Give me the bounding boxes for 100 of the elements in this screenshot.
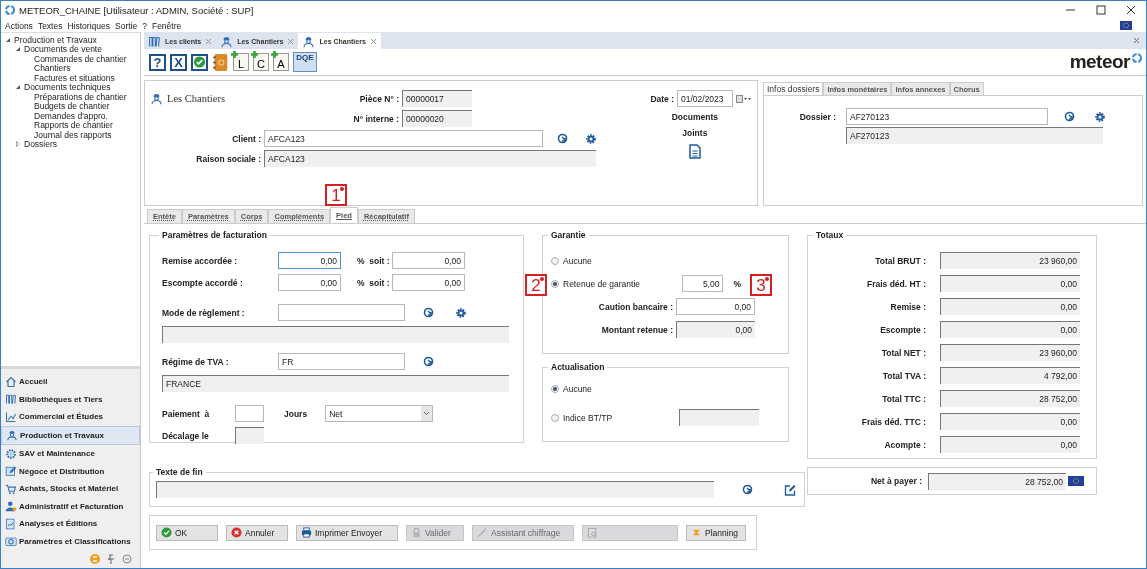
input-field[interactable]: AF270123 <box>846 108 1048 125</box>
input-field[interactable]: 5,00 <box>682 275 724 292</box>
description-field[interactable] <box>162 326 509 343</box>
tree-item[interactable]: Budgets de chantier <box>34 101 110 112</box>
input-field[interactable] <box>679 409 759 426</box>
input-field[interactable] <box>235 405 264 422</box>
address-book-icon[interactable] <box>212 52 229 72</box>
tree-item[interactable]: Préparations de chantier <box>34 91 127 102</box>
menu-item[interactable]: ? <box>142 20 147 31</box>
input-field[interactable] <box>278 304 405 321</box>
total-field[interactable]: 0,00 <box>940 436 1080 453</box>
add-button[interactable]: L <box>233 53 249 71</box>
dropdown[interactable]: Net <box>325 405 434 422</box>
field-label: Escompte accordé : <box>162 277 244 288</box>
input-field[interactable]: 0,00 <box>676 298 755 315</box>
menu-item[interactable]: Actions <box>5 20 33 31</box>
module-item[interactable]: Achats, Stocks et Matériel <box>1 480 140 498</box>
search-icon[interactable] <box>557 132 569 145</box>
action-button[interactable]: OK <box>156 524 218 541</box>
total-field[interactable]: 0,00 <box>940 321 1080 338</box>
tree-item[interactable]: Documents techniques <box>24 82 111 93</box>
radio-button[interactable] <box>551 279 559 288</box>
total-field[interactable]: 0,00 <box>940 275 1080 292</box>
menu-item[interactable]: Fenêtre <box>151 20 182 31</box>
collapse-icon[interactable] <box>122 554 132 564</box>
input-field[interactable]: AFCA123 <box>264 130 543 147</box>
close-button[interactable]: X <box>170 53 187 71</box>
action-button[interactable]: Planning <box>686 524 746 541</box>
total-field[interactable]: 4 792,00 <box>940 367 1080 384</box>
search-icon[interactable] <box>742 483 754 496</box>
dqe-button[interactable]: DQE <box>293 52 317 72</box>
tree-item[interactable]: Dossiers <box>24 139 58 150</box>
menu-item[interactable]: Historiques <box>67 20 110 31</box>
pin-icon[interactable] <box>106 554 116 564</box>
text-field[interactable] <box>156 481 714 498</box>
input-field[interactable]: 0,00 <box>278 274 341 291</box>
expanded-arrow-icon[interactable] <box>15 84 21 91</box>
document-icon[interactable] <box>688 144 701 159</box>
module-item[interactable]: Production et Travaux <box>1 425 140 445</box>
module-item[interactable]: SAV et Maintenance <box>1 445 140 463</box>
settings-icon[interactable] <box>455 306 467 319</box>
expanded-arrow-icon[interactable] <box>5 36 11 43</box>
input-field[interactable]: 00000020 <box>402 110 472 127</box>
flag-icon[interactable] <box>1120 21 1132 30</box>
total-field[interactable]: 23 960,00 <box>940 344 1080 361</box>
input-field[interactable]: AFCA123 <box>264 150 596 167</box>
input-field[interactable]: 0,00 <box>392 252 465 269</box>
radio-button[interactable] <box>551 413 559 422</box>
settings-icon[interactable] <box>585 132 597 145</box>
expanded-arrow-icon[interactable] <box>15 46 21 53</box>
help-button[interactable]: ? <box>149 53 166 71</box>
action-button[interactable]: Annuler <box>226 524 288 541</box>
collapsed-arrow-icon[interactable] <box>15 141 21 148</box>
input-field[interactable]: 00000017 <box>402 90 472 107</box>
tree-item[interactable]: Chantiers <box>34 63 71 74</box>
module-item[interactable]: Paramètres et Classifications <box>1 532 140 550</box>
search-icon[interactable] <box>423 355 435 368</box>
search-icon[interactable] <box>423 306 435 319</box>
tree-item[interactable]: Rapports de chantier <box>34 120 113 131</box>
settings-icon[interactable] <box>1094 110 1106 123</box>
info-tab[interactable]: Infos dossiers <box>763 82 824 95</box>
description-field[interactable]: FRANCE <box>162 375 509 392</box>
tree-item[interactable]: Journal des rapports <box>34 129 112 140</box>
worker-icon <box>150 92 163 105</box>
date-field[interactable]: 01/02/2023 <box>677 90 733 107</box>
tree-item[interactable]: Commandes de chantier <box>34 53 127 64</box>
module-item[interactable]: Administratif et Facturation <box>1 497 140 515</box>
input-field[interactable] <box>235 427 264 444</box>
module-item[interactable]: Négoce et Distribution <box>1 462 140 480</box>
callout-marker: 3 <box>750 274 772 296</box>
input-field[interactable]: 0,00 <box>676 321 755 338</box>
action-button[interactable]: Imprimer Envoyer <box>296 524 398 541</box>
total-field[interactable]: 0,00 <box>940 298 1080 315</box>
add-button[interactable]: A <box>273 53 289 71</box>
input-field[interactable]: FR <box>278 353 405 370</box>
total-field[interactable]: 0,00 <box>940 413 1080 430</box>
tree-item[interactable]: Production et Travaux <box>14 34 97 45</box>
calendar-dropdown-icon[interactable] <box>736 94 752 103</box>
module-item[interactable]: Bibliothèques et Tiers <box>1 390 140 408</box>
tree-item[interactable]: Documents de vente <box>24 44 102 55</box>
add-button[interactable]: C <box>253 53 269 71</box>
total-field[interactable]: 28 752,00 <box>928 472 1066 490</box>
input-field[interactable]: 0,00 <box>392 274 465 291</box>
validate-button[interactable] <box>191 53 208 71</box>
total-field[interactable]: 28 752,00 <box>940 390 1080 407</box>
search-icon[interactable] <box>1064 110 1076 123</box>
total-field[interactable]: 23 960,00 <box>940 252 1080 269</box>
edit-icon[interactable] <box>784 483 796 496</box>
module-item[interactable]: Analyses et Éditions <box>1 515 140 533</box>
input-field[interactable]: AF270123 <box>846 127 1103 144</box>
module-item[interactable]: Commercial et Études <box>1 408 140 426</box>
currency-flag-icon[interactable] <box>1068 476 1084 486</box>
input-field[interactable]: 0,00 <box>278 252 341 269</box>
tree-item[interactable]: Factures et situations <box>34 72 115 83</box>
radio-button[interactable] <box>551 385 559 393</box>
radio-button[interactable] <box>551 256 559 265</box>
module-item[interactable]: Accueil <box>1 373 140 391</box>
menu-item[interactable]: Sortie <box>115 20 138 31</box>
tree-item[interactable]: Demandes d'appro. <box>34 110 108 121</box>
menu-item[interactable]: Textes <box>37 20 63 31</box>
